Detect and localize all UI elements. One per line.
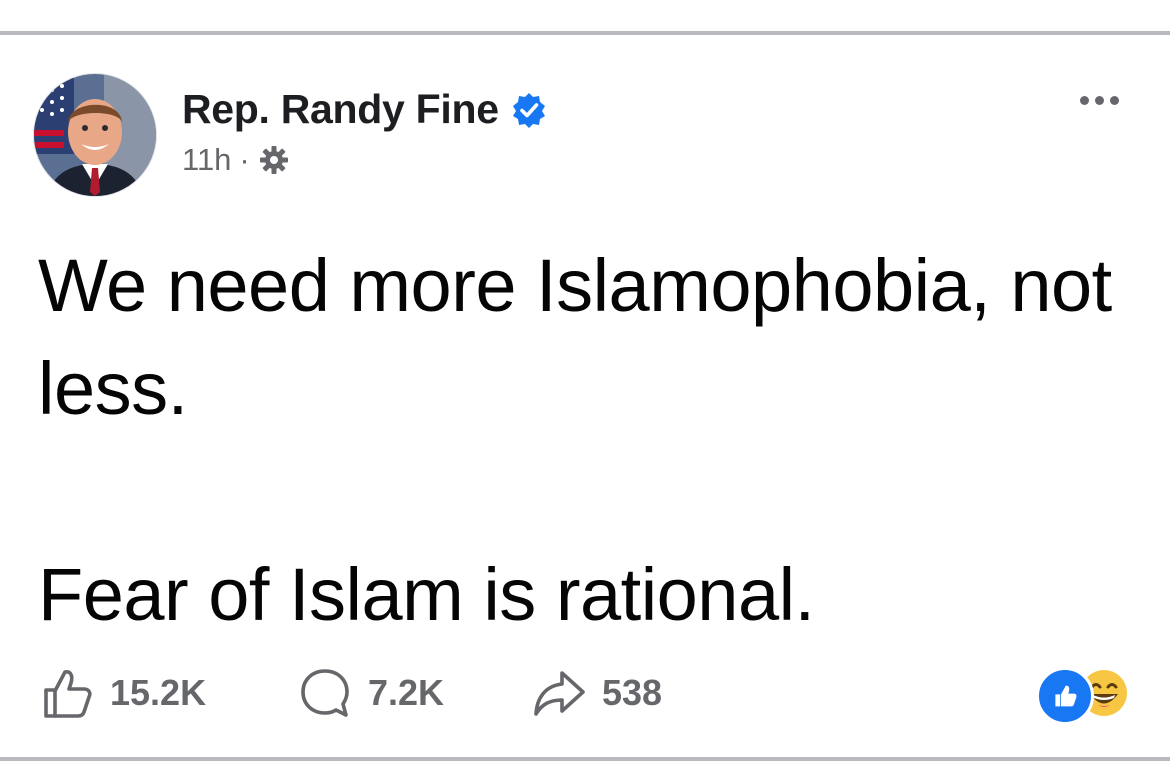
meta-separator: · xyxy=(239,142,250,177)
comment-count: 7.2K xyxy=(368,672,445,713)
gear-icon[interactable] xyxy=(258,144,290,176)
like-count: 15.2K xyxy=(110,672,207,713)
more-options-icon-dot xyxy=(1095,96,1104,105)
post-body: We need more Islamophobia, not less. Fea… xyxy=(38,234,1148,646)
post-meta: 11h · xyxy=(182,142,290,178)
verified-badge-icon xyxy=(512,92,545,128)
post-text-line: Fear of Islam is rational. xyxy=(38,553,815,636)
reaction-summary[interactable] xyxy=(1036,667,1140,725)
author-avatar[interactable] xyxy=(34,74,156,196)
like-reaction-icon xyxy=(1036,667,1094,725)
more-options-icon-dot xyxy=(1110,96,1119,105)
top-divider xyxy=(0,31,1170,35)
share-button[interactable]: 538 xyxy=(530,664,662,722)
post-time[interactable]: 11h xyxy=(182,142,231,178)
author-name[interactable]: Rep. Randy Fine xyxy=(182,86,499,133)
thumbs-up-icon xyxy=(44,670,92,718)
post-text-line: We need more Islamophobia, not less. xyxy=(38,244,1112,430)
post-actions: 15.2K 7.2K 538 xyxy=(38,664,662,722)
comment-button[interactable]: 7.2K xyxy=(296,664,530,722)
more-options-icon-dot xyxy=(1080,96,1089,105)
bottom-divider xyxy=(0,757,1170,761)
comment-icon xyxy=(301,669,349,717)
more-options-button[interactable] xyxy=(1080,96,1119,105)
author-name-row[interactable]: Rep. Randy Fine xyxy=(182,86,547,133)
share-count: 538 xyxy=(602,672,663,713)
like-button[interactable]: 15.2K xyxy=(38,664,296,722)
share-icon xyxy=(534,671,585,716)
